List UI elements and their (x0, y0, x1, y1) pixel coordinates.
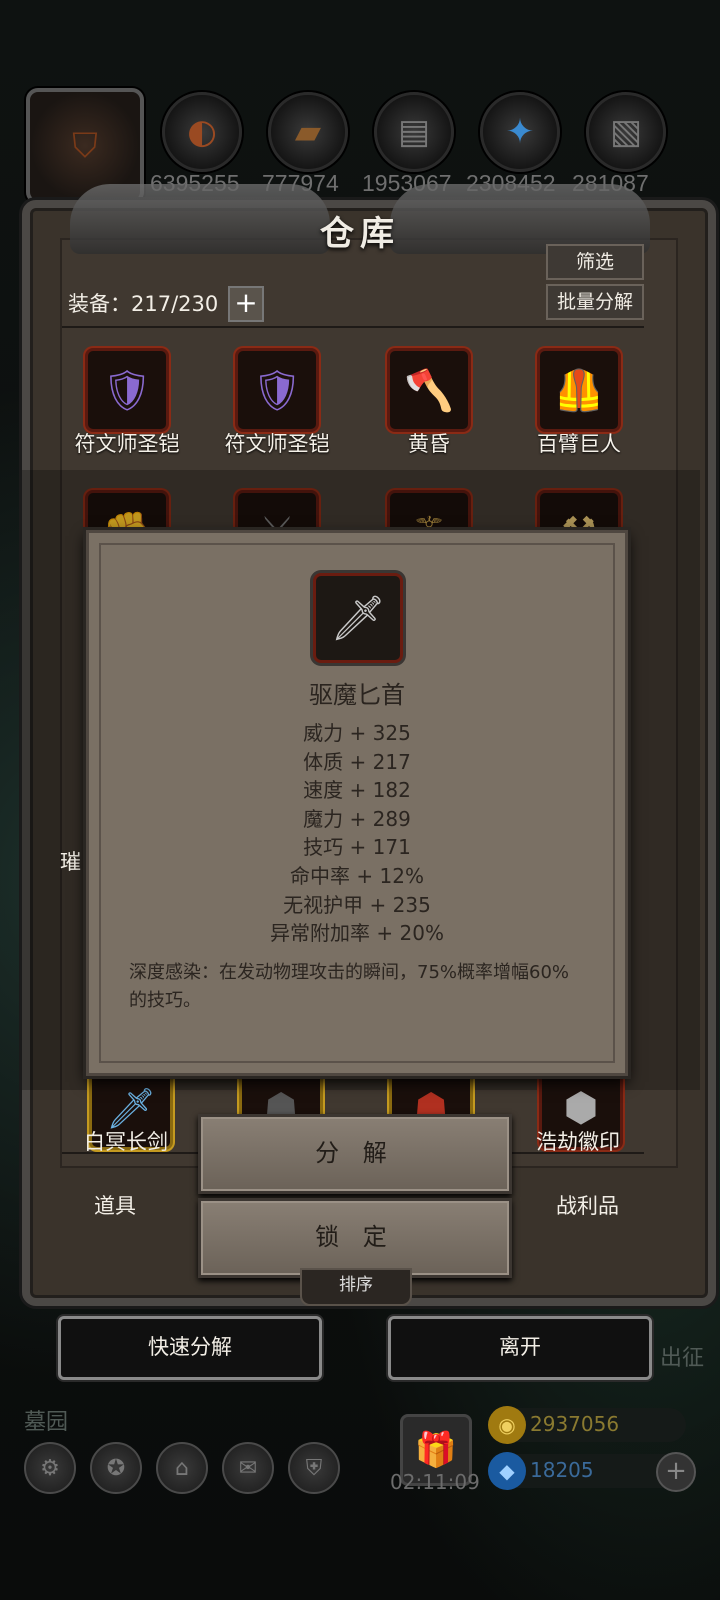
resource-slot-wood[interactable]: ▰ (268, 92, 348, 172)
tooltip-description: 深度感染：在发动物理攻击的瞬间，75%概率增幅60%的技巧。 (129, 962, 570, 1011)
resource-slot-leather[interactable]: ◐ (162, 92, 242, 172)
armor-icon: 🛡 (85, 348, 169, 432)
chest-armor-icon: 🦺 (537, 348, 621, 432)
hood-icon: ⛉ (72, 126, 98, 166)
equipment-capacity: 装备：217/230 (68, 292, 219, 316)
blue-crystal-icon: ✦ (505, 112, 535, 152)
sort-button[interactable]: 排序 (300, 1268, 412, 1306)
building-icon[interactable]: ⌂ (156, 1442, 208, 1494)
settings-icon[interactable]: ⚙ (24, 1442, 76, 1494)
stat-line: 威力 + 325 (303, 721, 411, 745)
graveyard-label: 墓园 (24, 1410, 69, 1435)
iron-ingot-icon: ▤ (397, 112, 431, 152)
item-slot[interactable]: 🪓 黄昏 (384, 348, 474, 456)
stat-line: 异常附加率 + 20% (270, 921, 444, 946)
gold-amount: 2937056 (530, 1412, 620, 1436)
resource-slot-iron[interactable]: ▤ (374, 92, 454, 172)
item-tooltip: 🗡 驱魔匕首 威力 + 325 体质 + 217 速度 + 182 魔力 + 2… (86, 530, 628, 1076)
resource-slot-metal[interactable]: ▧ (586, 92, 666, 172)
item-slot[interactable]: 🛡 符文师圣铠 (225, 348, 330, 456)
item-name: 符文师圣铠 (74, 432, 180, 456)
quick-decompose-button[interactable]: 快速分解 (58, 1316, 322, 1380)
metal-icon: ▧ (609, 112, 643, 152)
item-slot[interactable]: 🦺 百臂巨人 (534, 348, 624, 456)
gem-amount: 18205 (530, 1458, 594, 1482)
gold-coin-icon: ◉ (488, 1406, 526, 1444)
wood-plank-icon: ▰ (294, 112, 322, 152)
lock-button[interactable]: 锁 定 (198, 1198, 512, 1278)
gift-timer: 02:11:09 (390, 1470, 480, 1494)
resource-slot-crystal[interactable]: ✦ (480, 92, 560, 172)
item-name: 百臂巨人 (537, 432, 621, 456)
mail-icon[interactable]: ✉ (222, 1442, 274, 1494)
stat-line: 体质 + 217 (303, 749, 411, 774)
stat-line: 命中率 + 12% (290, 863, 424, 888)
emblem-icon[interactable]: ✪ (90, 1442, 142, 1494)
tab-items[interactable]: 道具 (94, 1190, 136, 1220)
tab-loot[interactable]: 战利品 (556, 1190, 619, 1220)
stat-line: 速度 + 182 (303, 778, 411, 803)
item-name: 黄昏 (408, 432, 450, 456)
leave-button[interactable]: 离开 (388, 1316, 652, 1380)
shield-icon[interactable]: ⛨ (288, 1442, 340, 1494)
add-currency-button[interactable]: + (656, 1452, 696, 1492)
tooltip-item-name: 驱魔匕首 (309, 681, 405, 709)
armor-icon: 🛡 (235, 348, 319, 432)
stat-line: 无视护甲 + 235 (283, 892, 431, 917)
stat-line: 魔力 + 289 (303, 806, 411, 831)
stat-line: 技巧 + 171 (303, 835, 411, 860)
tooltip-stats: 威力 + 325 体质 + 217 速度 + 182 魔力 + 289 技巧 +… (89, 719, 625, 948)
dagger-icon: 🗡 (313, 573, 403, 663)
item-name: 符文师圣铠 (224, 432, 330, 456)
axe-icon: 🪓 (387, 348, 471, 432)
leather-icon: ◐ (187, 112, 217, 152)
expand-capacity-button[interactable]: + (228, 286, 264, 322)
expedition-label[interactable]: 出征 (660, 1340, 704, 1372)
divider (62, 326, 644, 328)
gem-icon: ◆ (488, 1452, 526, 1490)
batch-decompose-button[interactable]: 批量分解 (546, 284, 644, 320)
decompose-button[interactable]: 分 解 (198, 1114, 512, 1194)
item-slot[interactable]: 🛡 符文师圣铠 (75, 348, 180, 456)
partial-item-name: 璀 (60, 850, 81, 874)
filter-button[interactable]: 筛选 (546, 244, 644, 280)
gold-display: ◉ 2937056 (488, 1406, 686, 1444)
